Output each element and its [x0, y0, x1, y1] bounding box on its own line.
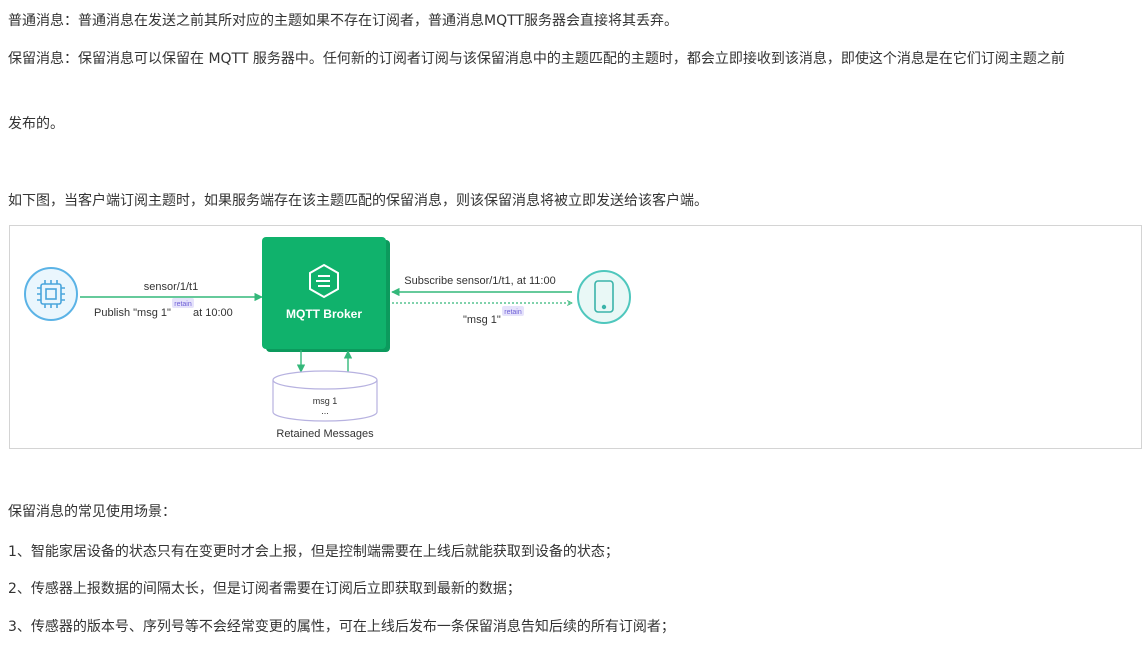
retained-message-diagram: sensor/1/t1 Publish "msg 1" retain at 10… — [9, 225, 1142, 449]
mqtt-broker-node: MQTT Broker — [262, 237, 390, 352]
paragraph-use-case-3: 3、传感器的版本号、序列号等不会经常变更的属性，可在上线后发布一条保留消息告知后… — [8, 619, 675, 635]
store-msg-label: msg 1 — [313, 396, 338, 406]
right-subscribe-label: Subscribe sensor/1/t1, at 11:00 — [404, 275, 555, 287]
left-retain-badge: retain — [172, 298, 194, 308]
store-dots-label: ... — [321, 406, 329, 416]
svg-text:retain: retain — [174, 301, 192, 308]
retained-store-node: msg 1 ... — [272, 370, 378, 422]
paragraph-retained-message-cont: 发布的。 — [8, 116, 64, 132]
right-device-node — [577, 270, 631, 324]
paragraph-use-case-2: 2、传感器上报数据的间隔太长，但是订阅者需要在订阅后立即获取到最新的数据； — [8, 581, 521, 597]
broker-label: MQTT Broker — [286, 307, 362, 321]
left-publish-label: Publish "msg 1" — [94, 307, 171, 319]
left-topic-label: sensor/1/t1 — [144, 281, 198, 293]
left-device-node — [24, 267, 78, 321]
paragraph-normal-message: 普通消息：普通消息在发送之前其所对应的主题如果不存在订阅者，普通消息MQTT服务… — [8, 13, 678, 29]
right-retain-badge: retain — [502, 306, 524, 316]
paragraph-figure-intro: 如下图，当客户端订阅主题时，如果服务端存在该主题匹配的保留消息，则该保留消息将被… — [8, 193, 708, 209]
store-label: Retained Messages — [276, 428, 374, 440]
paragraph-retained-message: 保留消息：保留消息可以保留在 MQTT 服务器中。任何新的订阅者订阅与该保留消息… — [8, 51, 1065, 67]
left-time-label: at 10:00 — [193, 307, 233, 319]
svg-text:retain: retain — [504, 309, 522, 316]
right-msg-label: "msg 1" — [463, 314, 501, 326]
paragraph-use-cases-title: 保留消息的常见使用场景： — [8, 504, 176, 520]
paragraph-use-case-1: 1、智能家居设备的状态只有在变更时才会上报，但是控制端需要在上线后就能获取到设备… — [8, 544, 619, 560]
